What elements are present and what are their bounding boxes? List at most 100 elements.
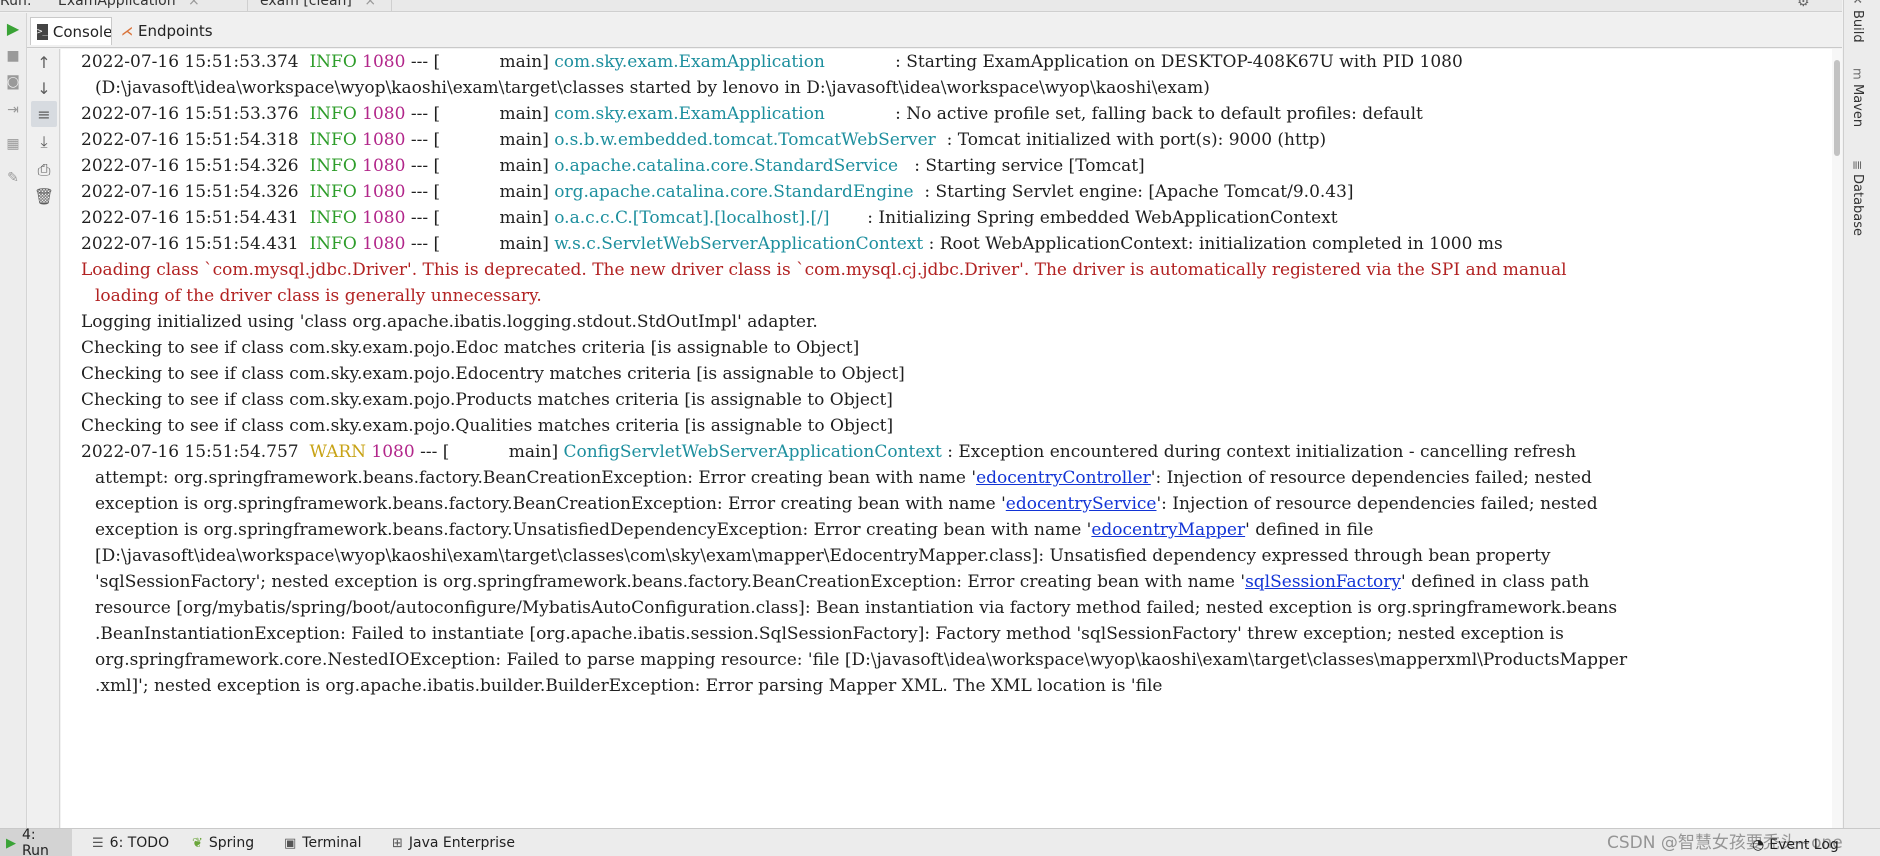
log-level: INFO <box>309 182 357 202</box>
close-icon[interactable]: × <box>364 0 376 9</box>
log-line: 2022-07-16 15:51:54.326 INFO 1080 --- [ … <box>81 153 1145 179</box>
warn-text: [D:\javasoft\idea\workspace\wyop\kaoshi\… <box>95 546 1551 566</box>
log-message: : Starting Servlet engine: [Apache Tomca… <box>918 182 1354 202</box>
console-tabs: >_ Console ⋌ Endpoints <box>0 13 1842 48</box>
exit-icon[interactable]: ⇥ <box>0 97 26 123</box>
arrow-up-icon[interactable]: ↑ <box>31 49 57 75</box>
hammer-icon: ⚒ <box>1851 0 1865 6</box>
log-logger: ConfigServletWebServerApplicationContext <box>563 442 942 462</box>
warn-continuation: exception is org.springframework.beans.f… <box>95 491 1598 517</box>
log-timestamp: 2022-07-16 15:51:54.318 <box>81 130 299 150</box>
close-icon[interactable]: × <box>188 0 200 9</box>
log-level: INFO <box>309 104 357 124</box>
bean-link[interactable]: edocentryService <box>1006 494 1157 514</box>
run-tab-exam-clean[interactable]: exam [clean] × <box>250 0 392 11</box>
log-pid: 1080 <box>371 442 415 462</box>
warn-text: ': Injection of resource dependencies fa… <box>1150 468 1592 488</box>
log-logger: o.apache.catalina.core.StandardService <box>554 156 909 176</box>
console-output[interactable]: 2022-07-16 15:51:53.374 INFO 1080 --- [ … <box>61 49 1842 828</box>
bottom-tab-label: Java Enterprise <box>408 835 515 851</box>
run-tab-label: ExamApplication <box>58 0 176 9</box>
log-message: : Exception encountered during context i… <box>941 442 1577 462</box>
log-thread: --- [ main] <box>405 130 555 150</box>
rerun-icon[interactable]: ▶ <box>0 15 26 41</box>
warn-continuation: org.springframework.core.NestedIOExcepti… <box>95 647 1627 673</box>
bottom-tab-run[interactable]: ▶ 4: Run <box>0 827 72 856</box>
bottom-tab-java-enterprise[interactable]: ⊞ Java Enterprise <box>386 829 521 856</box>
sidebar-item-label: Maven <box>1850 83 1865 127</box>
log-line-continuation: (D:\javasoft\idea\workspace\wyop\kaoshi\… <box>95 78 1210 98</box>
event-log-button[interactable]: ◔ Event Log <box>1752 835 1839 855</box>
log-logger: w.s.c.ServletWebServerApplicationContext <box>554 234 924 254</box>
warn-text: exception is org.springframework.beans.f… <box>95 520 1092 540</box>
log-timestamp: 2022-07-16 15:51:54.431 <box>81 234 299 254</box>
log-pid: 1080 <box>362 130 406 150</box>
camera-icon[interactable]: ◙ <box>0 69 26 95</box>
trash-icon[interactable]: 🗑 <box>31 183 57 209</box>
run-label: Run: <box>0 0 32 9</box>
log-line: 2022-07-16 15:51:53.374 INFO 1080 --- [ … <box>81 49 1463 75</box>
bottom-tab-label: 4: Run <box>22 827 49 856</box>
bottom-tool-bar: ▶ 4: Run ☰ 6: TODO ❦ Spring ▣ Terminal ⊞… <box>0 827 1880 856</box>
database-icon: ≣ <box>1850 160 1865 171</box>
bean-link[interactable]: sqlSessionFactory <box>1245 572 1401 592</box>
log-logger: org.apache.catalina.core.StandardEngine <box>554 182 919 202</box>
bottom-tab-terminal[interactable]: ▣ Terminal <box>278 829 367 856</box>
log-thread: --- [ main] <box>405 182 555 202</box>
warn-continuation: [D:\javasoft\idea\workspace\wyop\kaoshi\… <box>95 543 1551 569</box>
tab-endpoints[interactable]: ⋌ Endpoints <box>115 17 215 45</box>
plain-log-line: Logging initialized using 'class org.apa… <box>81 312 818 332</box>
warn-text: attempt: org.springframework.beans.facto… <box>95 468 977 488</box>
warn-continuation: attempt: org.springframework.beans.facto… <box>95 465 1592 491</box>
warn-text: ' defined in class path <box>1401 572 1590 592</box>
soft-wrap-icon[interactable]: ≡ <box>31 101 57 127</box>
log-thread: --- [ main] <box>405 104 555 124</box>
log-level: INFO <box>309 130 357 150</box>
bottom-tab-todo[interactable]: ☰ 6: TODO <box>86 829 175 856</box>
bean-link[interactable]: edocentryController <box>976 468 1151 488</box>
sidebar-item-build[interactable]: ⚒ Build <box>1850 0 1865 43</box>
log-thread: --- [ main] <box>405 208 555 228</box>
warn-continuation: 'sqlSessionFactory'; nested exception is… <box>95 569 1589 595</box>
warn-text: exception is org.springframework.beans.f… <box>95 494 1006 514</box>
log-logger: com.sky.exam.ExamApplication <box>554 52 890 72</box>
spring-icon: ❦ <box>192 835 203 851</box>
warn-text: ': Injection of resource dependencies fa… <box>1156 494 1598 514</box>
print-icon[interactable]: ⎙ <box>31 157 57 183</box>
log-timestamp: 2022-07-16 15:51:53.376 <box>81 104 299 124</box>
bottom-tab-label: Spring <box>208 835 255 851</box>
console-scroll-thumb[interactable] <box>1834 60 1840 156</box>
tab-console[interactable]: >_ Console <box>30 17 112 45</box>
log-timestamp: 2022-07-16 15:51:53.374 <box>81 52 299 72</box>
log-line: 2022-07-16 15:51:53.376 INFO 1080 --- [ … <box>81 101 1423 127</box>
layout-icon[interactable]: ▦ <box>0 131 26 157</box>
java-enterprise-icon: ⊞ <box>392 835 403 851</box>
console-icon: >_ <box>37 23 48 40</box>
sidebar-item-label: Build <box>1850 10 1865 43</box>
log-pid: 1080 <box>362 234 406 254</box>
arrow-down-icon[interactable]: ↓ <box>31 75 57 101</box>
pin-icon[interactable]: ✎ <box>0 165 26 191</box>
deprecation-warning: Loading class `com.mysql.jdbc.Driver'. T… <box>81 260 1567 280</box>
run-tab-exam-application[interactable]: ExamApplication × <box>48 0 248 11</box>
warn-continuation: resource [org/mybatis/spring/boot/autoco… <box>95 595 1617 621</box>
log-level: WARN <box>309 442 367 462</box>
plain-log-line: Checking to see if class com.sky.exam.po… <box>81 416 894 436</box>
log-logger: o.a.c.c.C.[Tomcat].[localhost].[/] <box>554 208 862 228</box>
log-pid: 1080 <box>362 156 406 176</box>
sidebar-item-database[interactable]: ≣ Database <box>1850 160 1865 236</box>
sidebar-item-maven[interactable]: m Maven <box>1850 68 1865 127</box>
tab-endpoints-label: Endpoints <box>138 22 213 40</box>
scroll-to-end-icon[interactable]: ⤓ <box>31 129 57 155</box>
bottom-tab-spring[interactable]: ❦ Spring <box>186 829 260 856</box>
log-pid: 1080 <box>362 52 406 72</box>
plain-log-line: Checking to see if class com.sky.exam.po… <box>81 364 905 384</box>
warn-text: org.springframework.core.NestedIOExcepti… <box>95 650 1628 670</box>
stop-icon[interactable]: ■ <box>0 43 26 69</box>
gear-icon[interactable]: ⚙ <box>1797 0 1810 10</box>
bean-link[interactable]: edocentryMapper <box>1091 520 1245 540</box>
bottom-tab-label: 6: TODO <box>109 835 170 851</box>
console-scrollbar[interactable] <box>1832 49 1842 828</box>
log-pid: 1080 <box>362 208 406 228</box>
warn-text: resource [org/mybatis/spring/boot/autoco… <box>95 598 1618 618</box>
